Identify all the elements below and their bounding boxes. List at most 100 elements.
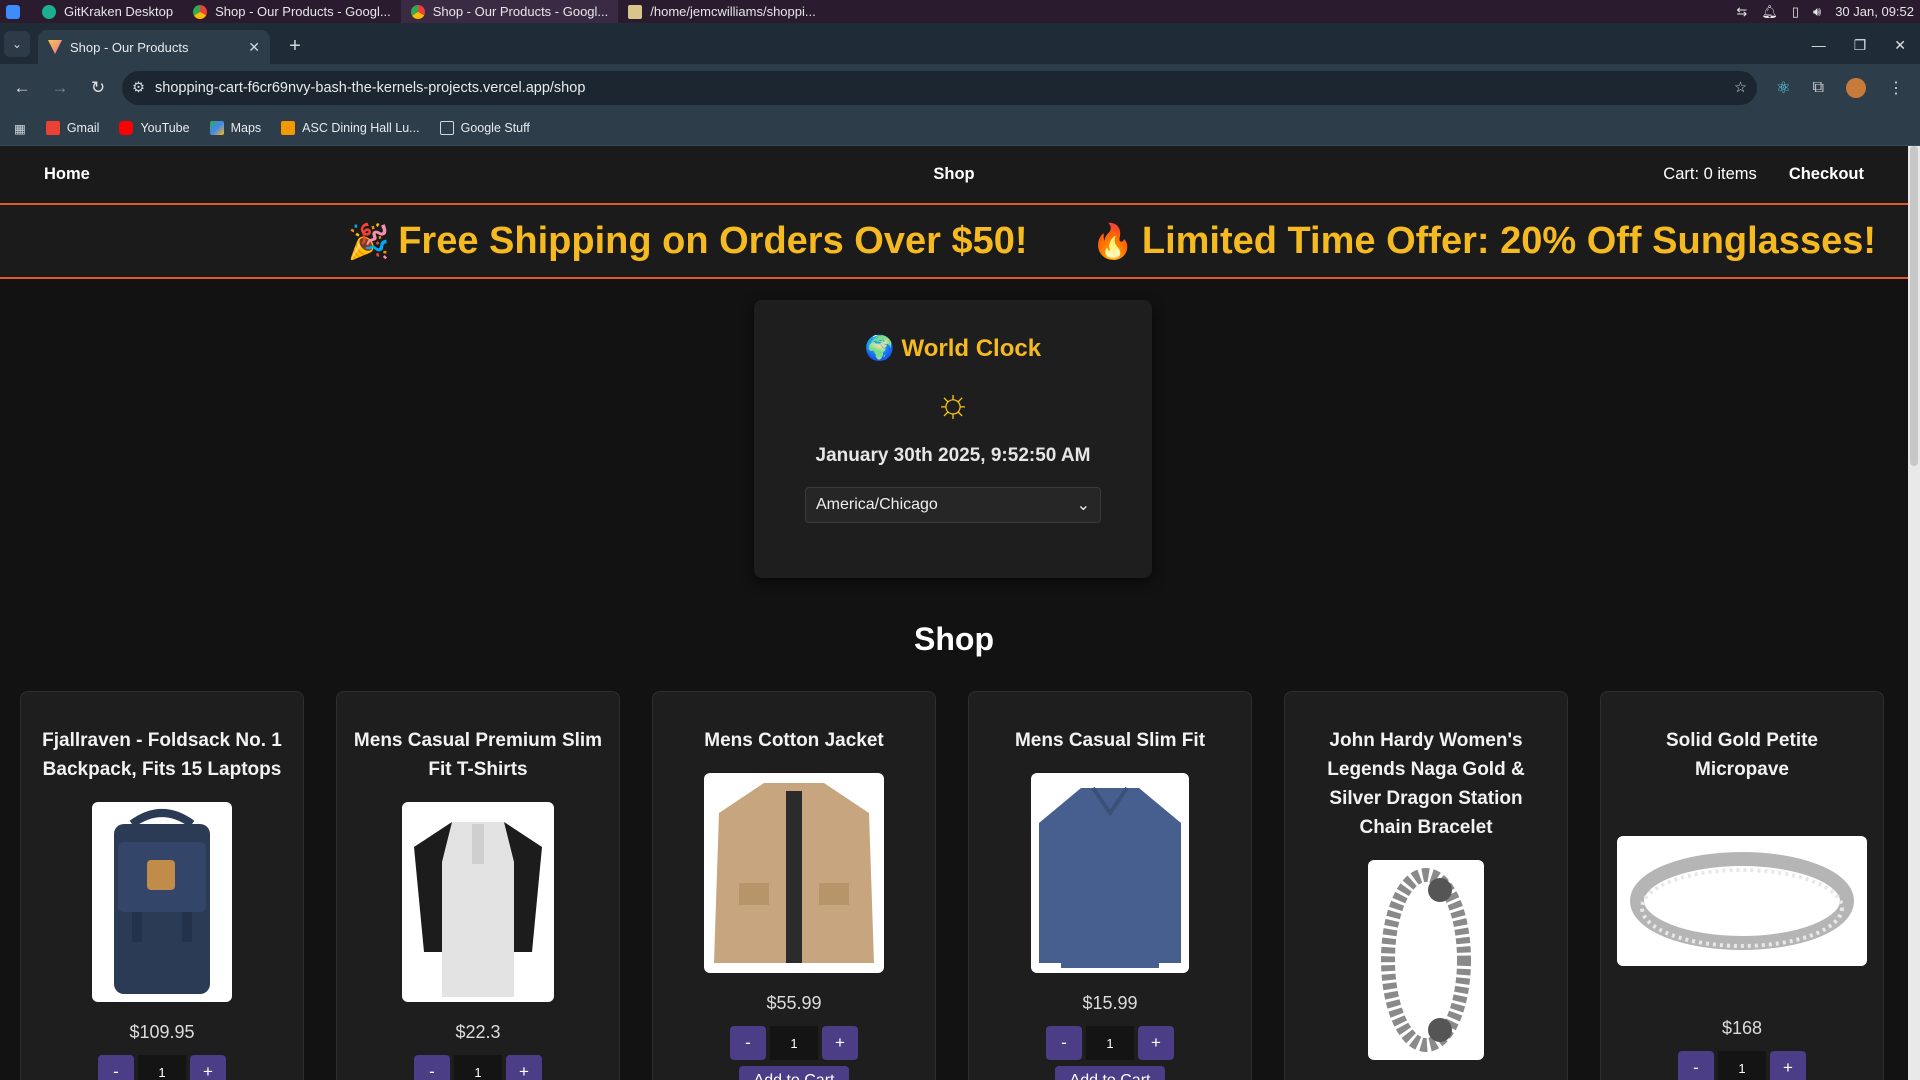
increase-qty-button[interactable]: +: [1770, 1051, 1806, 1080]
cart-status[interactable]: Cart: 0 items: [1663, 165, 1757, 184]
new-tab-button[interactable]: +: [280, 31, 310, 61]
network-icon[interactable]: ⇆: [1736, 4, 1747, 20]
site-navbar: Home Shop Cart: 0 items Checkout: [0, 146, 1908, 205]
product-image-jacket: [704, 773, 884, 973]
url-text[interactable]: shopping-cart-f6cr69nvy-bash-the-kernels…: [155, 80, 1724, 96]
add-to-cart-button[interactable]: Add to Cart: [739, 1066, 849, 1080]
bookmark-star-icon[interactable]: ☆: [1734, 80, 1747, 96]
tab-close-icon[interactable]: ✕: [248, 39, 260, 56]
web-page: Home Shop Cart: 0 items Checkout 🎉 Free S…: [0, 146, 1908, 1080]
bell-icon[interactable]: 🔔︎: [1761, 4, 1778, 20]
os-taskbar: GitKraken Desktop Shop - Our Products - …: [0, 0, 1920, 23]
quantity-stepper: - 1 +: [337, 1055, 619, 1080]
product-image-longsleeve: [1031, 773, 1189, 973]
vercel-favicon-icon: [48, 40, 62, 54]
battery-icon[interactable]: ▯: [1792, 4, 1799, 20]
product-card: Mens Casual Slim Fit $15.99 - 1 + Add to…: [968, 691, 1252, 1080]
product-price: $22.3: [455, 1022, 501, 1042]
site-settings-icon[interactable]: ⚙: [132, 80, 145, 96]
minimize-icon[interactable]: —: [1812, 37, 1826, 54]
tab-title: Shop - Our Products: [70, 39, 189, 55]
add-to-cart-button[interactable]: Add to Cart: [1055, 1066, 1165, 1080]
promo-banner: 🎉 Free Shipping on Orders Over $50! 🔥 Limi…: [0, 205, 1908, 279]
product-price: $55.99: [766, 993, 822, 1013]
address-bar[interactable]: ⚙ shopping-cart-f6cr69nvy-bash-the-kerne…: [122, 70, 1757, 105]
folder-icon: [628, 4, 643, 19]
apps-grid-icon[interactable]: ▦: [14, 121, 26, 136]
timezone-value: America/Chicago: [816, 496, 938, 513]
decrease-qty-button[interactable]: -: [98, 1055, 134, 1080]
page-scrollbar[interactable]: [1908, 146, 1920, 1080]
bookmark-maps[interactable]: Maps: [209, 121, 261, 135]
back-arrow-icon[interactable]: ←: [8, 74, 36, 102]
product-card: Mens Casual Premium Slim Fit T-Shirts $2…: [336, 691, 620, 1080]
taskbar-item-gitkraken[interactable]: GitKraken Desktop: [32, 0, 183, 23]
bookmarks-bar: ▦ Gmail YouTube Maps ASC Dining Hall Lu.…: [0, 111, 1920, 146]
product-price: $109.95: [129, 1022, 195, 1042]
chevron-down-icon: ⌄: [1076, 497, 1090, 514]
product-name: Mens Casual Premium Slim Fit T-Shirts: [353, 730, 603, 780]
product-price: $15.99: [1082, 993, 1138, 1013]
sun-icon: ☼: [934, 381, 972, 425]
bookmark-asc-dining[interactable]: ASC Dining Hall Lu...: [281, 121, 420, 135]
nav-shop-link[interactable]: Shop: [933, 165, 974, 184]
decrease-qty-button[interactable]: -: [414, 1055, 450, 1080]
profile-avatar[interactable]: [1846, 77, 1866, 98]
increase-qty-button[interactable]: +: [190, 1055, 226, 1080]
world-clock-title: 🌍 World Clock: [864, 335, 1042, 362]
youtube-icon: [119, 121, 134, 135]
product-name: Fjallraven - Foldsack No. 1 Backpack, Fi…: [42, 730, 282, 780]
product-image-tshirt: [402, 802, 554, 1002]
qty-input[interactable]: 1: [1718, 1051, 1766, 1080]
bookmark-gmail[interactable]: Gmail: [45, 121, 99, 135]
decrease-qty-button[interactable]: -: [730, 1026, 766, 1060]
maximize-icon[interactable]: ❐: [1854, 37, 1867, 54]
nav-home-link[interactable]: Home: [44, 165, 90, 184]
chrome-menu-icon[interactable]: ⋮: [1888, 78, 1904, 98]
fire-icon: 🔥: [1091, 222, 1134, 261]
qty-input[interactable]: 1: [770, 1026, 818, 1060]
scrollbar-thumb[interactable]: [1910, 146, 1918, 466]
browser-tab-shop[interactable]: Shop - Our Products ✕: [38, 30, 270, 64]
forward-arrow-icon[interactable]: →: [46, 74, 74, 102]
taskbar-item-files[interactable]: /home/jemcwilliams/shoppi...: [618, 0, 825, 23]
app-launcher-icon[interactable]: [6, 4, 20, 19]
increase-qty-button[interactable]: +: [822, 1026, 858, 1060]
bookmark-youtube[interactable]: YouTube: [119, 121, 190, 135]
extensions-puzzle-icon[interactable]: ⧉: [1813, 79, 1824, 97]
asc-dining-icon: [281, 121, 296, 135]
quantity-stepper: - 1 +: [969, 1026, 1251, 1060]
maps-icon: [209, 121, 224, 135]
increase-qty-button[interactable]: +: [506, 1055, 542, 1080]
tab-search-chevron-icon[interactable]: ⌄: [4, 31, 30, 57]
nav-checkout-link[interactable]: Checkout: [1789, 165, 1864, 184]
quantity-stepper: - 1 +: [21, 1055, 303, 1080]
taskbar-item-chrome-1[interactable]: Shop - Our Products - Googl...: [183, 0, 401, 23]
folder-icon: [439, 121, 454, 135]
quantity-stepper: - 1 +: [653, 1026, 935, 1060]
product-image-bracelet: [1368, 860, 1484, 1060]
world-clock-card: 🌍 World Clock ☼ January 30th 2025, 9:52:…: [754, 300, 1152, 578]
reload-icon[interactable]: ↻: [84, 74, 112, 102]
decrease-qty-button[interactable]: -: [1046, 1026, 1082, 1060]
volume-icon[interactable]: 🔊︎: [1813, 4, 1821, 20]
product-image-backpack: [92, 802, 232, 1002]
gitkraken-icon: [42, 4, 56, 19]
react-devtools-icon[interactable]: ⚛: [1776, 78, 1790, 98]
os-clock[interactable]: 30 Jan, 09:52: [1835, 4, 1914, 19]
qty-input[interactable]: 1: [138, 1055, 186, 1080]
increase-qty-button[interactable]: +: [1138, 1026, 1174, 1060]
decrease-qty-button[interactable]: -: [1678, 1051, 1714, 1080]
product-card: Mens Cotton Jacket $55.99 - 1 + Add to C…: [652, 691, 936, 1080]
qty-input[interactable]: 1: [454, 1055, 502, 1080]
globe-icon: 🌍: [864, 335, 895, 362]
taskbar-item-chrome-2[interactable]: Shop - Our Products - Googl...: [400, 0, 619, 23]
product-card: Fjallraven - Foldsack No. 1 Backpack, Fi…: [20, 691, 304, 1080]
close-window-icon[interactable]: ✕: [1894, 37, 1906, 54]
promo-free-shipping: 🎉 Free Shipping on Orders Over $50!: [347, 219, 1028, 262]
bookmark-folder-google-stuff[interactable]: Google Stuff: [439, 121, 530, 135]
timezone-select[interactable]: America/Chicago ⌄: [805, 487, 1101, 523]
qty-input[interactable]: 1: [1086, 1026, 1134, 1060]
product-card: Solid Gold Petite Micropave $168 - 1 +: [1600, 691, 1884, 1080]
product-card: John Hardy Women's Legends Naga Gold & S…: [1284, 691, 1568, 1080]
